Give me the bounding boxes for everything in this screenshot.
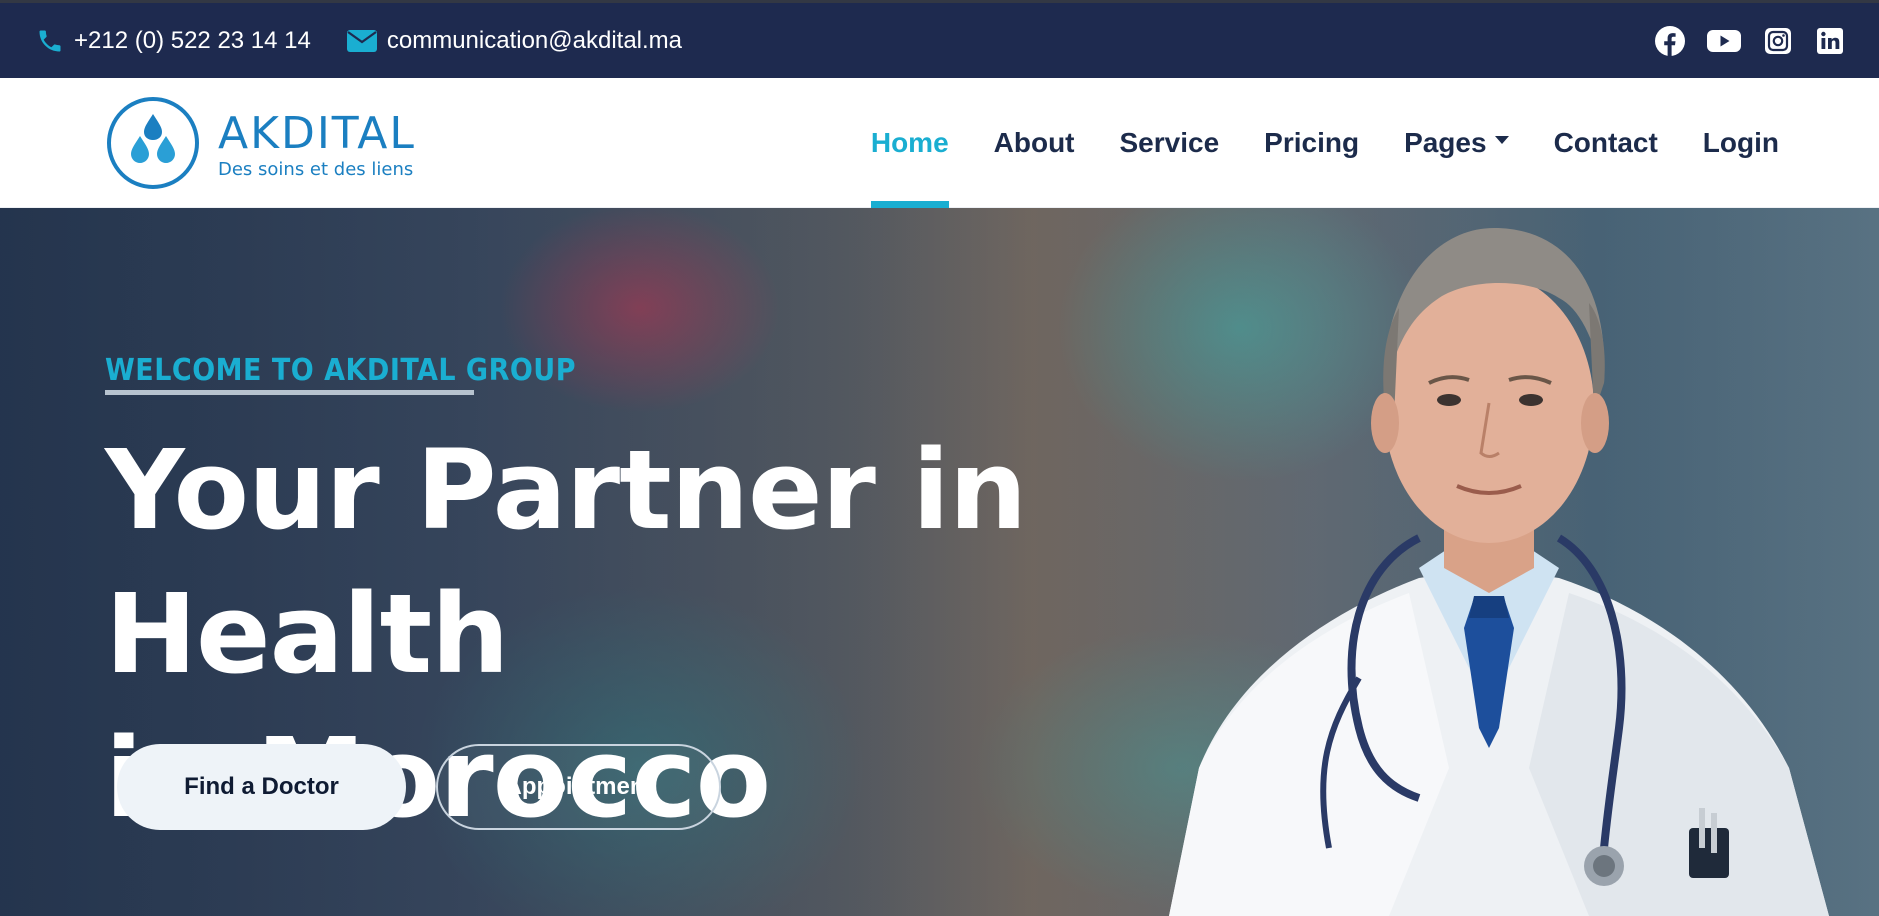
youtube-icon[interactable]	[1707, 26, 1741, 56]
top-contact-bar: +212 (0) 522 23 14 14 communication@akdi…	[0, 0, 1879, 78]
akdital-logo-icon	[107, 97, 199, 189]
nav-item-pricing[interactable]: Pricing	[1264, 78, 1359, 208]
nav-item-login[interactable]: Login	[1703, 78, 1779, 208]
nav-label: Login	[1702, 127, 1779, 158]
envelope-icon	[346, 29, 377, 52]
nav-item-contact[interactable]: Contact	[1554, 78, 1658, 208]
find-doctor-button[interactable]: Find a Doctor	[117, 744, 406, 830]
logo-text: AKDITAL Des soins et des liens	[218, 107, 416, 180]
nav-label: Home	[870, 127, 949, 158]
linkedin-icon[interactable]	[1815, 26, 1845, 56]
main-navbar: AKDITAL Des soins et des liens Home Abou…	[0, 78, 1879, 208]
hero-eyebrow: WELCOME TO AKDITAL GROUP	[105, 353, 576, 388]
nav-label: Contact	[1553, 127, 1658, 158]
brand-name: AKDITAL	[218, 107, 416, 159]
hero-section: WELCOME TO AKDITAL GROUP Your Partner in…	[0, 208, 1879, 916]
nav-label: Pages	[1404, 127, 1487, 158]
hero-title-line1: Your Partner in Health	[105, 426, 1027, 698]
social-links	[1655, 25, 1845, 56]
nav-label: Pricing	[1264, 127, 1360, 158]
nav-label: About	[993, 127, 1075, 158]
email-contact[interactable]: communication@akdital.ma	[346, 26, 683, 55]
phone-number: +212 (0) 522 23 14 14	[74, 26, 311, 54]
nav-item-pages[interactable]: Pages	[1404, 78, 1509, 208]
phone-icon	[39, 30, 61, 51]
brand-logo[interactable]: AKDITAL Des soins et des liens	[106, 96, 416, 190]
caret-down-icon	[1494, 136, 1509, 144]
brand-tagline: Des soins et des liens	[218, 158, 414, 180]
appointment-button[interactable]: Appointment	[436, 744, 721, 830]
instagram-icon[interactable]	[1763, 26, 1793, 56]
nav-item-home[interactable]: Home	[870, 78, 949, 208]
nav-menu: Home About Service Pricing Pages Contact…	[870, 78, 1779, 208]
contact-info: +212 (0) 522 23 14 14 communication@akdi…	[36, 27, 682, 55]
facebook-icon[interactable]	[1655, 25, 1685, 56]
nav-item-about[interactable]: About	[994, 78, 1075, 208]
phone-contact[interactable]: +212 (0) 522 23 14 14	[36, 27, 311, 55]
nav-label: Service	[1119, 127, 1220, 158]
email-address: communication@akdital.ma	[386, 26, 683, 54]
eyebrow-underline	[105, 390, 474, 395]
nav-item-service[interactable]: Service	[1120, 78, 1220, 208]
